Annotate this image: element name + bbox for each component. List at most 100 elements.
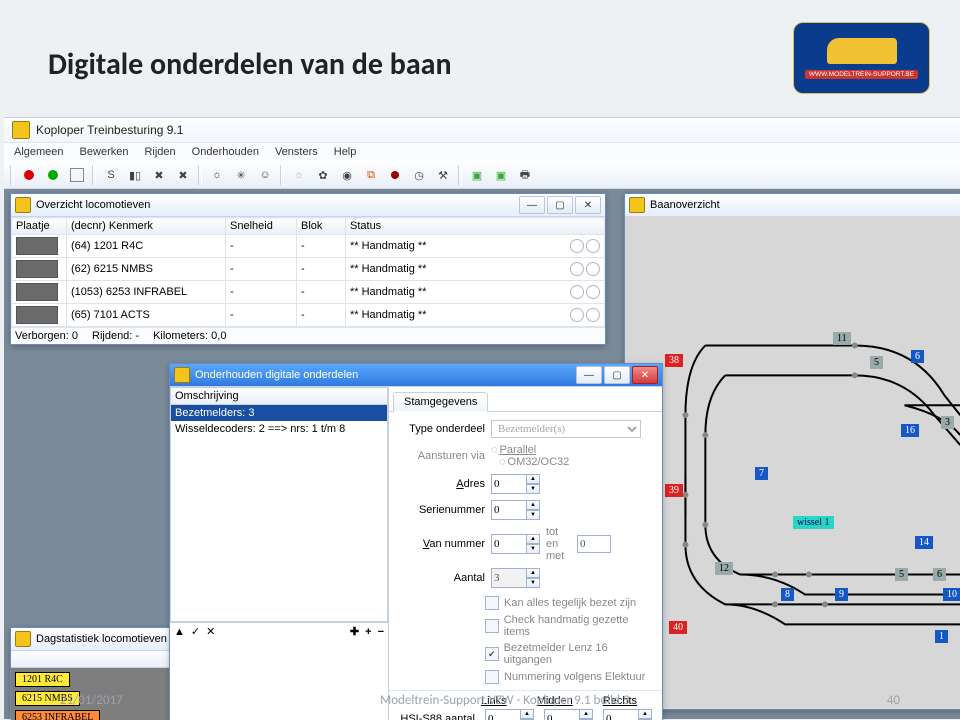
signal-red-icon[interactable] bbox=[18, 164, 40, 186]
col-snelheid[interactable]: Snelheid bbox=[226, 218, 297, 235]
chk-lenz16[interactable]: ✔Bezetmelder Lenz 16 uitgangen bbox=[485, 642, 654, 666]
col-status[interactable]: Status bbox=[346, 218, 605, 235]
list-item[interactable]: Bezetmelders: 3 bbox=[171, 405, 387, 421]
node-40[interactable]: 40 bbox=[669, 621, 687, 634]
maximize-button[interactable]: ▢ bbox=[604, 366, 630, 384]
node-9[interactable]: 9 bbox=[835, 588, 848, 601]
gear-icon[interactable]: ✿ bbox=[312, 164, 334, 186]
footer-center: Modeltrein-Support VZW - Koploper 9.1 bu… bbox=[380, 693, 629, 708]
cancel-icon[interactable]: ✕ bbox=[206, 625, 215, 638]
col-plaatje[interactable]: Plaatje bbox=[12, 218, 67, 235]
tot-input bbox=[577, 535, 611, 553]
menu-help[interactable]: Help bbox=[328, 144, 363, 160]
maximize-button[interactable]: ▢ bbox=[547, 196, 573, 214]
aantal-spin[interactable]: ▲▼ bbox=[491, 568, 611, 588]
node-16[interactable]: 16 bbox=[901, 424, 919, 437]
node-14[interactable]: 14 bbox=[915, 536, 933, 549]
kenmerk-cell: (64) 1201 R4C bbox=[67, 235, 226, 258]
loco-thumb-icon bbox=[16, 260, 58, 278]
plus-button[interactable]: + bbox=[365, 626, 371, 638]
close-button[interactable]: ✕ bbox=[632, 366, 658, 384]
footer-page: 40 bbox=[887, 693, 900, 708]
node-1[interactable]: 1 bbox=[935, 630, 948, 643]
baan-window-title: Baanoverzicht bbox=[650, 199, 720, 211]
aansturen-radiogroup: ◌Parallel ◌OM32/OC32 bbox=[491, 444, 611, 468]
menu-bewerken[interactable]: Bewerken bbox=[74, 144, 135, 160]
col-kenmerk[interactable]: (decnr) Kenmerk bbox=[67, 218, 226, 235]
adres-spin[interactable]: ▲▼ bbox=[491, 474, 611, 494]
doc2-icon[interactable]: ▣ bbox=[490, 164, 512, 186]
loco-thumb-icon bbox=[16, 283, 58, 301]
table-row[interactable]: (65) 7101 ACTS - - ** Handmatig ** bbox=[12, 304, 605, 327]
app-icon bbox=[12, 121, 30, 139]
menu-onderhouden[interactable]: Onderhouden bbox=[186, 144, 265, 160]
van-spin[interactable]: ▲▼ bbox=[491, 534, 540, 554]
node-12[interactable]: 12 bbox=[715, 562, 733, 575]
table-row[interactable]: (62) 6215 NMBS - - ** Handmatig ** bbox=[12, 258, 605, 281]
node-39[interactable]: 39 bbox=[665, 484, 683, 497]
node-38[interactable]: 38 bbox=[665, 354, 683, 367]
signal-green-icon[interactable] bbox=[42, 164, 64, 186]
cross2-icon[interactable]: ✖ bbox=[172, 164, 194, 186]
node-6[interactable]: 6 bbox=[911, 350, 924, 363]
chk-alles-bezet[interactable]: Kan alles tegelijk bezet zijn bbox=[485, 596, 654, 610]
table-row[interactable]: (1053) 6253 INFRABEL - - ** Handmatig ** bbox=[12, 281, 605, 304]
wissel-label[interactable]: wissel 1 bbox=[793, 516, 834, 529]
minimize-button[interactable]: — bbox=[576, 366, 602, 384]
node-5b[interactable]: 5 bbox=[895, 568, 908, 581]
node-8[interactable]: 8 bbox=[781, 588, 794, 601]
clock-icon[interactable]: ◷ bbox=[408, 164, 430, 186]
type-onderdeel-select[interactable]: Bezetmelder(s) bbox=[491, 420, 641, 438]
minus-button[interactable]: − bbox=[378, 626, 384, 638]
tool-icon[interactable]: ⚒ bbox=[432, 164, 454, 186]
barcode-icon[interactable]: ▮▯ bbox=[124, 164, 146, 186]
dag-window-title: Dagstatistiek locomotieven bbox=[36, 633, 167, 645]
tab-stamgegevens[interactable]: Stamgegevens bbox=[393, 392, 488, 412]
node-10[interactable]: 10 bbox=[943, 588, 960, 601]
track-diagram[interactable]: 11 5 6 38 16 3 7 39 wissel 1 14 12 5 6 8… bbox=[625, 216, 960, 709]
menu-algemeen[interactable]: Algemeen bbox=[8, 144, 70, 160]
table-row[interactable]: (64) 1201 R4C - - ** Handmatig ** bbox=[12, 235, 605, 258]
node-6b[interactable]: 6 bbox=[933, 568, 946, 581]
signal-box-icon[interactable] bbox=[66, 164, 88, 186]
flame-icon[interactable]: ⧉ bbox=[360, 164, 382, 186]
up-button[interactable]: ▲ bbox=[174, 626, 185, 638]
window-icon bbox=[15, 197, 31, 213]
window-icon bbox=[15, 631, 31, 647]
cross-icon[interactable]: ✖ bbox=[148, 164, 170, 186]
serienummer-spin[interactable]: ▲▼ bbox=[491, 500, 611, 520]
rec-icon[interactable] bbox=[384, 164, 406, 186]
chk-handmatig[interactable]: Check handmatig gezette items bbox=[485, 614, 654, 638]
menu-rijden[interactable]: Rijden bbox=[138, 144, 181, 160]
alarm-icon[interactable]: ☼ bbox=[206, 164, 228, 186]
node-5a[interactable]: 5 bbox=[870, 356, 883, 369]
bug-icon[interactable]: ✳ bbox=[230, 164, 252, 186]
onderdelen-list[interactable]: Bezetmelders: 3 Wisseldecoders: 2 ==> nr… bbox=[170, 405, 388, 622]
s-icon[interactable]: S bbox=[100, 164, 122, 186]
menu-bar: Algemeen Bewerken Rijden Onderhouden Ven… bbox=[4, 143, 960, 161]
node-7[interactable]: 7 bbox=[755, 467, 768, 480]
print-icon[interactable]: 🖶 bbox=[514, 164, 536, 186]
add-button[interactable]: ✚ bbox=[350, 625, 359, 638]
menu-vensters[interactable]: Vensters bbox=[269, 144, 324, 160]
col-blok[interactable]: Blok bbox=[297, 218, 346, 235]
logo-url: WWW.MODELTREIN-SUPPORT.BE bbox=[805, 70, 918, 79]
list-item[interactable]: Wisseldecoders: 2 ==> nrs: 1 t/m 8 bbox=[171, 421, 387, 437]
radio-icon[interactable]: ◉ bbox=[336, 164, 358, 186]
app-title: Koploper Treinbesturing 9.1 bbox=[36, 123, 183, 137]
minimize-button[interactable]: — bbox=[519, 196, 545, 214]
toolbar: S ▮▯ ✖ ✖ ☼ ✳ ☺ ☼ ✿ ◉ ⧉ ◷ ⚒ ▣ ▣ 🖶 bbox=[4, 161, 960, 189]
ghost-icon[interactable]: ☺ bbox=[254, 164, 276, 186]
doc1-icon[interactable]: ▣ bbox=[466, 164, 488, 186]
node-3[interactable]: 3 bbox=[941, 416, 954, 429]
node-11[interactable]: 11 bbox=[833, 332, 851, 345]
window-icon bbox=[174, 367, 190, 383]
sun-icon[interactable]: ☼ bbox=[288, 164, 310, 186]
ok-icon[interactable]: ✓ bbox=[191, 625, 200, 638]
onderdelen-dialog: Onderhouden digitale onderdelen — ▢ ✕ Om… bbox=[169, 363, 663, 720]
slide-title: Digitale onderdelen van de baan bbox=[48, 48, 452, 81]
footer-date: 21/01/2017 bbox=[60, 693, 123, 708]
close-button[interactable]: ✕ bbox=[575, 196, 601, 214]
loco-window-title: Overzicht locomotieven bbox=[36, 199, 150, 211]
loco-overview-window: Overzicht locomotieven — ▢ ✕ Plaatje (de… bbox=[10, 193, 606, 345]
